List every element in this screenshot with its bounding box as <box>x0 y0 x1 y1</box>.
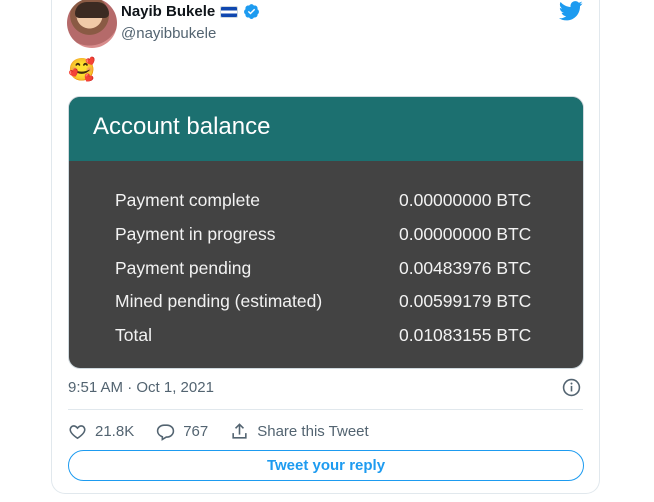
reply-count: 767 <box>183 422 209 440</box>
share-upload-icon <box>232 422 247 439</box>
balance-row-label: Total <box>115 325 152 345</box>
balance-row-label: Mined pending (estimated) <box>115 291 323 311</box>
verified-badge-icon <box>244 4 260 19</box>
like-button[interactable]: 21.8K <box>68 422 134 441</box>
reply-bubble-icon <box>156 423 175 441</box>
balance-header: Account balance <box>69 97 583 161</box>
like-count: 21.8K <box>95 422 135 440</box>
author-handle[interactable]: @nayibbukele <box>121 25 216 42</box>
balance-row-value: 0.01083155 BTC <box>399 325 532 345</box>
reply-count-button[interactable]: 767 <box>156 422 208 441</box>
balance-row-value: 0.00000000 BTC <box>399 190 532 210</box>
balance-row-payment-in-progress: Payment in progress 0.00000000 BTC <box>115 224 555 246</box>
balance-row-total: Total 0.01083155 BTC <box>115 325 555 347</box>
author-name[interactable]: Nayib Bukele <box>121 3 215 20</box>
twitter-bird-icon[interactable] <box>559 1 583 21</box>
avatar-hair <box>75 2 109 18</box>
info-icon[interactable] <box>562 378 581 397</box>
balance-row-value: 0.00599179 BTC <box>399 291 532 311</box>
share-button[interactable]: Share this Tweet <box>230 422 369 441</box>
balance-row-value: 0.00000000 BTC <box>399 224 532 244</box>
smiling-face-with-hearts-emoji: 🥰 <box>68 57 96 82</box>
balance-row-label: Payment complete <box>115 190 260 210</box>
balance-row-mined-pending: Mined pending (estimated) 0.00599179 BTC <box>115 291 555 313</box>
divider <box>68 409 583 410</box>
tweet-timestamp[interactable]: 9:51 AM · Oct 1, 2021 <box>68 379 214 396</box>
balance-row-label: Payment in progress <box>115 224 276 244</box>
share-label: Share this Tweet <box>257 422 369 440</box>
balance-row-payment-pending: Payment pending 0.00483976 BTC <box>115 258 555 280</box>
tweet-card: Nayib Bukele @nayibbukele 🥰 Account bala… <box>51 0 600 494</box>
balance-title: Account balance <box>93 113 271 140</box>
balance-row-label: Payment pending <box>115 258 252 278</box>
heart-icon <box>69 424 86 439</box>
tweet-actions: 21.8K 767 Share this Tweet <box>68 420 391 442</box>
author-name-row[interactable]: Nayib Bukele <box>121 3 260 20</box>
el-salvador-flag-icon <box>220 5 239 18</box>
tweet-your-reply-button[interactable]: Tweet your reply <box>68 450 584 481</box>
balance-row-value: 0.00483976 BTC <box>399 258 532 278</box>
account-balance-image[interactable]: Account balance Payment complete 0.00000… <box>68 96 584 369</box>
balance-row-payment-complete: Payment complete 0.00000000 BTC <box>115 190 555 212</box>
avatar[interactable] <box>67 0 117 48</box>
